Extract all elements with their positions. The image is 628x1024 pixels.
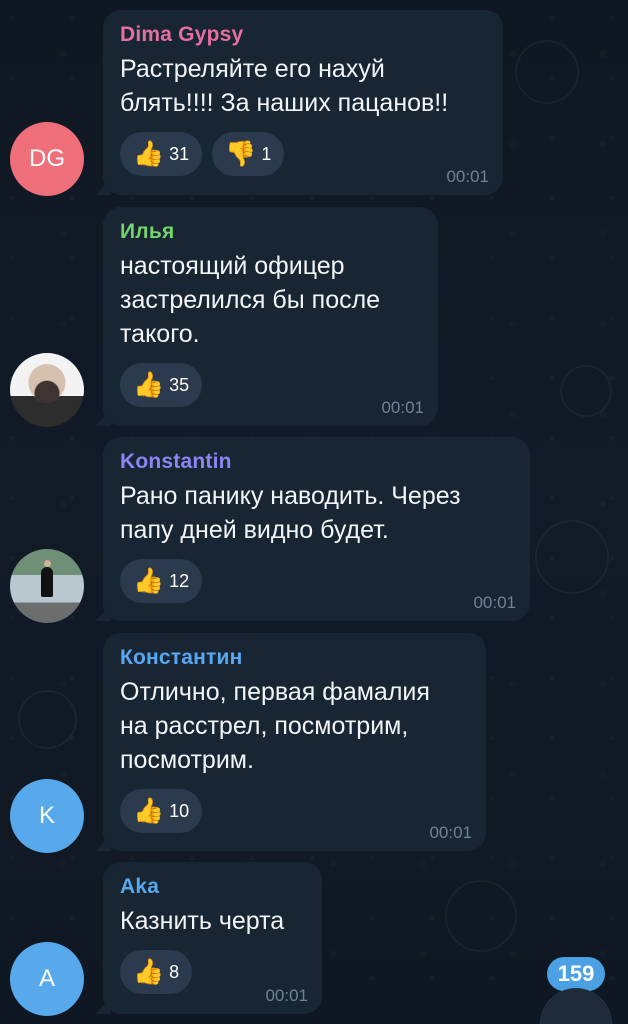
background-doodle xyxy=(560,365,612,417)
thumbs-down-icon: 👎 xyxy=(225,139,257,168)
thumbs-up-icon: 👍 xyxy=(133,796,165,825)
avatar-initials: DG xyxy=(29,145,65,172)
sender-name[interactable]: Dima Gypsy xyxy=(120,20,487,50)
reaction-thumbs-down[interactable]: 👎 1 xyxy=(212,132,285,176)
message-time: 00:01 xyxy=(473,593,516,612)
avatar-initials: K xyxy=(38,802,55,829)
reaction-row: 👍 35 xyxy=(120,363,422,407)
reaction-thumbs-up[interactable]: 👍 10 xyxy=(120,789,203,833)
avatar[interactable]: K xyxy=(10,779,84,853)
thumbs-up-icon: 👍 xyxy=(133,370,165,399)
reaction-count: 8 xyxy=(169,961,180,982)
reaction-thumbs-up[interactable]: 👍 8 xyxy=(120,950,193,994)
reaction-row: 👍 10 xyxy=(120,789,470,833)
message-time: 00:01 xyxy=(429,823,472,842)
message-text: Отлично, первая фамалия на расстрел, пос… xyxy=(120,678,430,774)
sender-name[interactable]: Илья xyxy=(120,217,422,247)
reaction-count: 12 xyxy=(169,570,190,591)
avatar[interactable] xyxy=(10,549,84,623)
background-doodle xyxy=(18,690,77,749)
background-doodle xyxy=(535,520,609,594)
unread-count-badge: 159 xyxy=(547,957,605,991)
avatar-initials: A xyxy=(38,965,55,992)
reaction-thumbs-up[interactable]: 👍 12 xyxy=(120,559,203,603)
thumbs-up-icon: 👍 xyxy=(133,957,165,986)
reaction-thumbs-up[interactable]: 👍 35 xyxy=(120,363,203,407)
reaction-count: 31 xyxy=(169,143,190,164)
reaction-row: 👍 12 xyxy=(120,559,514,603)
message-text: настоящий офицер застрелился бы после та… xyxy=(120,252,381,348)
reaction-count: 10 xyxy=(169,800,190,821)
chat-history[interactable]: DG Dima Gypsy Растреляйте его нахуй блят… xyxy=(0,0,628,1024)
message-text: Казнить черта xyxy=(120,907,285,935)
message-bubble[interactable]: Konstantin Рано панику наводить. Через п… xyxy=(103,437,530,621)
chevron-down-icon: ⌄ xyxy=(561,1005,591,1024)
sender-name[interactable]: Константин xyxy=(120,643,470,673)
message-time: 00:01 xyxy=(446,167,489,186)
reaction-row: 👍 31 👎 1 xyxy=(120,132,487,176)
background-doodle xyxy=(445,880,517,952)
message-text: Растреляйте его нахуй блять!!!! За наших… xyxy=(120,55,449,117)
thumbs-up-icon: 👍 xyxy=(133,566,165,595)
scroll-to-bottom-button[interactable]: ⌄ xyxy=(540,988,612,1024)
reaction-thumbs-up[interactable]: 👍 31 xyxy=(120,132,203,176)
avatar[interactable] xyxy=(10,353,84,427)
message-bubble[interactable]: Илья настоящий офицер застрелился бы пос… xyxy=(103,207,438,426)
reaction-count: 1 xyxy=(261,143,272,164)
message-time: 00:01 xyxy=(265,986,308,1005)
sender-name[interactable]: Aka xyxy=(120,872,306,902)
message-text: Рано панику наводить. Через папу дней ви… xyxy=(120,482,461,544)
avatar[interactable]: A xyxy=(10,942,84,1016)
reaction-count: 35 xyxy=(169,374,190,395)
avatar[interactable]: DG xyxy=(10,122,84,196)
message-time: 00:01 xyxy=(381,398,424,417)
sender-name[interactable]: Konstantin xyxy=(120,447,514,477)
thumbs-up-icon: 👍 xyxy=(133,139,165,168)
message-bubble[interactable]: Константин Отлично, первая фамалия на ра… xyxy=(103,633,486,851)
message-bubble[interactable]: Aka Казнить черта 👍 8 00:01 xyxy=(103,862,322,1014)
background-doodle xyxy=(515,40,579,104)
message-bubble[interactable]: Dima Gypsy Растреляйте его нахуй блять!!… xyxy=(103,10,503,195)
